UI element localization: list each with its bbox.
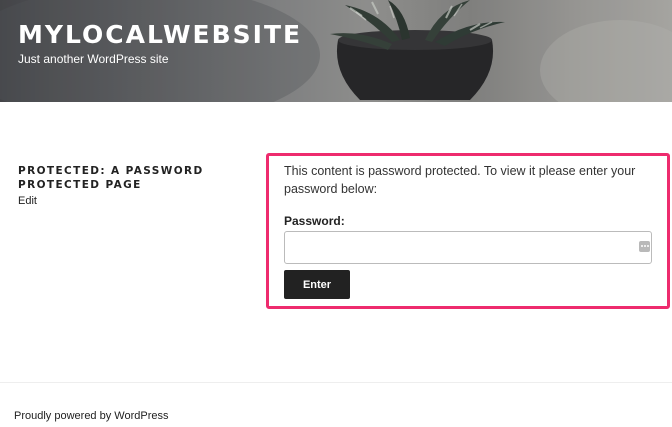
site-tagline: Just another WordPress site <box>18 52 169 66</box>
password-protected-message: This content is password protected. To v… <box>284 164 636 196</box>
site-title[interactable]: MYLOCALWEBSITE <box>18 20 302 49</box>
header-image <box>0 0 672 102</box>
password-manager-key-icon[interactable] <box>639 241 650 252</box>
page-title: PROTECTED: A PASSWORD PROTECTED PAGE <box>18 165 204 191</box>
password-field[interactable] <box>284 231 652 264</box>
footer-divider <box>0 382 672 383</box>
password-label: Password: <box>284 214 345 228</box>
site-header: MYLOCALWEBSITE Just another WordPress si… <box>0 0 672 102</box>
edit-link[interactable]: Edit <box>18 195 37 207</box>
enter-button[interactable]: Enter <box>284 270 350 299</box>
footer-credit-link[interactable]: Proudly powered by WordPress <box>14 410 168 422</box>
